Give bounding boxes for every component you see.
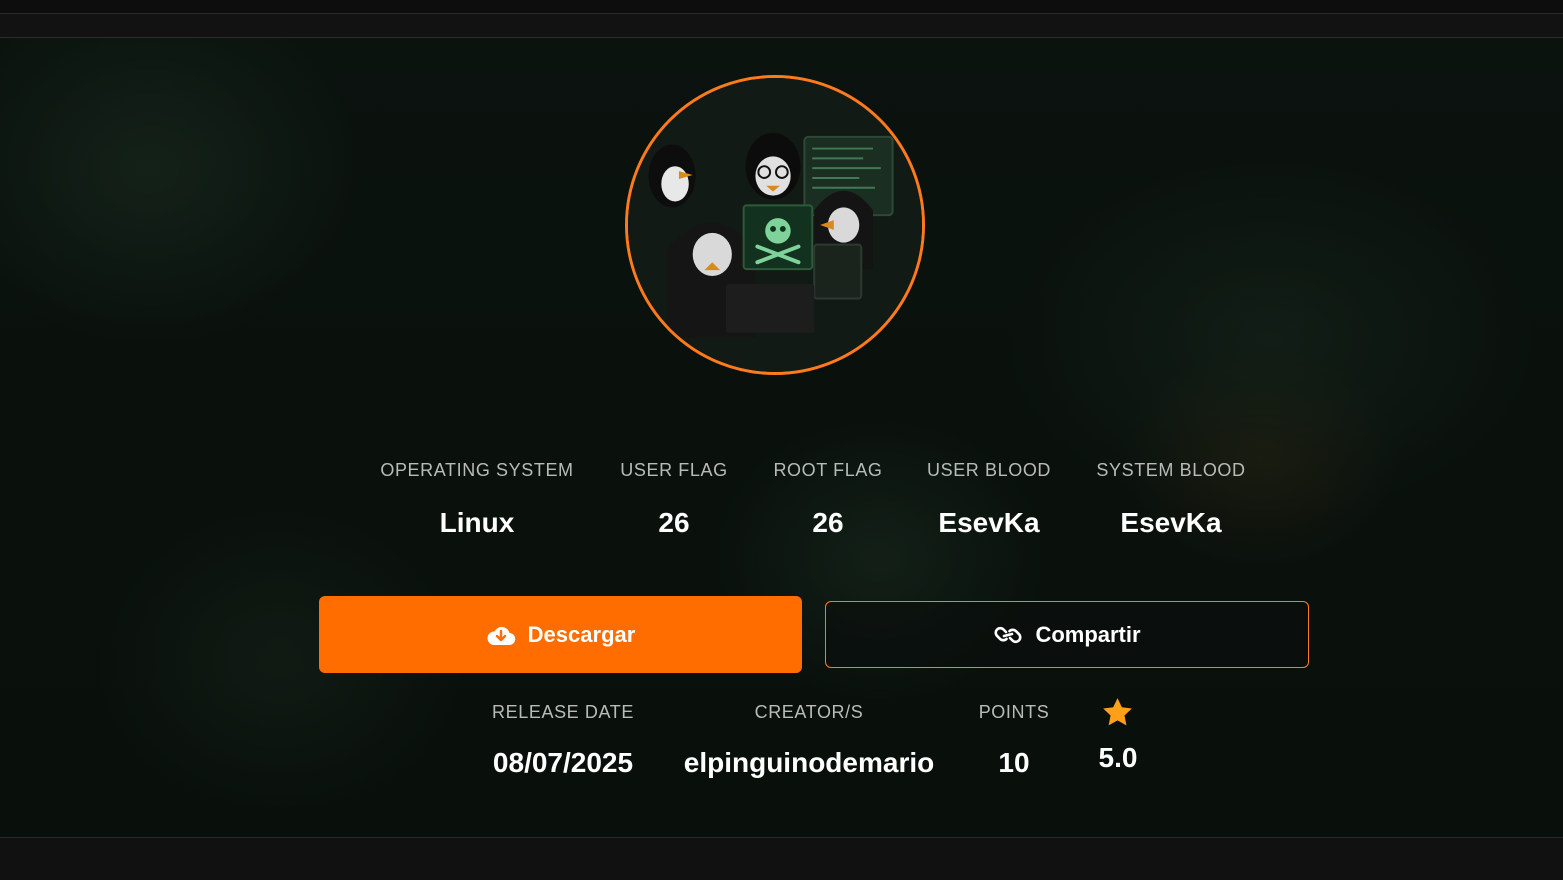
link-icon (993, 623, 1023, 647)
creators-label: CREATOR/S (754, 702, 864, 722)
meta-points: POINTS 10 (979, 702, 1050, 779)
points-label: POINTS (978, 702, 1050, 722)
bottom-bar (0, 837, 1563, 880)
stat-label: ROOT FLAG (773, 460, 883, 480)
stat-value: EsevKa (1120, 507, 1222, 538)
stat-system-blood: SYSTEM BLOOD EsevKa (1096, 460, 1245, 539)
stat-label: SYSTEM BLOOD (1096, 460, 1246, 480)
machine-avatar (625, 75, 925, 375)
download-label: Descargar (527, 621, 636, 647)
stat-operating-system: OPERATING SYSTEM Linux (380, 460, 573, 539)
cloud-download-icon (486, 624, 516, 646)
points-value: 10 (998, 747, 1030, 778)
stat-root-flag: ROOT FLAG 26 (773, 460, 882, 539)
stat-value: EsevKa (938, 507, 1040, 538)
share-button[interactable]: Compartir (825, 601, 1309, 668)
stat-user-blood: USER BLOOD EsevKa (927, 460, 1051, 539)
stat-user-flag: USER FLAG 26 (620, 460, 727, 539)
stat-value: Linux (439, 507, 515, 538)
star-icon (1099, 696, 1138, 726)
release-date-label: RELEASE DATE (492, 702, 634, 722)
meta-release-date: RELEASE DATE 08/07/2025 (492, 702, 634, 779)
stat-label: USER BLOOD (926, 460, 1052, 480)
sub-bar (0, 14, 1563, 38)
share-label: Compartir (1035, 621, 1141, 647)
stat-label: USER FLAG (620, 460, 728, 480)
rating-value: 5.0 (1098, 742, 1138, 773)
stat-label: OPERATING SYSTEM (380, 460, 574, 480)
stat-value: 26 (658, 507, 690, 538)
stat-value: 26 (812, 507, 844, 538)
top-bar (0, 0, 1563, 14)
release-date-value: 08/07/2025 (492, 747, 634, 778)
meta-creators: CREATOR/S elpinguinodemario (684, 702, 934, 779)
download-button[interactable]: Descargar (319, 596, 802, 673)
creators-value: elpinguinodemario (683, 747, 935, 778)
meta-rating: 5.0 (1098, 696, 1138, 774)
